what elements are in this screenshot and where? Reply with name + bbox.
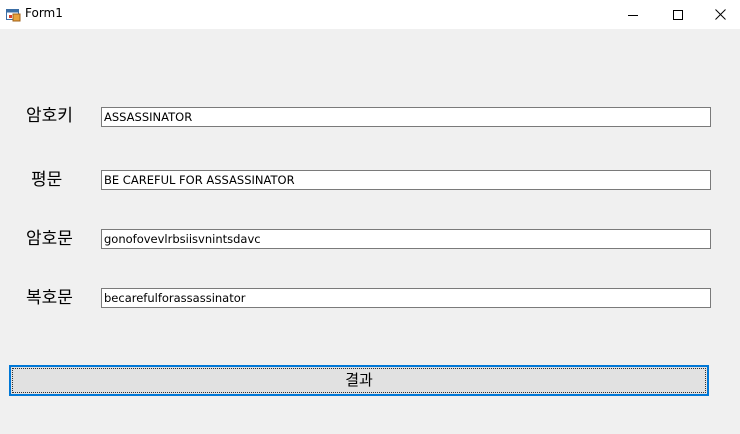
close-icon bbox=[714, 9, 726, 20]
result-button-label: 결과 bbox=[345, 371, 373, 389]
key-input[interactable] bbox=[101, 107, 711, 127]
decrypted-input[interactable] bbox=[101, 288, 711, 308]
result-button[interactable]: 결과 bbox=[9, 365, 709, 396]
minimize-icon bbox=[628, 10, 638, 20]
minimize-button[interactable] bbox=[610, 0, 656, 29]
ciphertext-input[interactable] bbox=[101, 229, 711, 249]
window-title: Form1 bbox=[25, 6, 63, 20]
close-button[interactable] bbox=[697, 0, 740, 29]
key-label: 암호키 bbox=[26, 106, 73, 126]
winforms-app-icon bbox=[6, 7, 21, 22]
plaintext-label: 평문 bbox=[31, 170, 63, 190]
maximize-icon bbox=[673, 9, 683, 20]
title-bar: Form1 bbox=[0, 0, 740, 29]
maximize-button[interactable] bbox=[655, 0, 701, 29]
ciphertext-label: 암호문 bbox=[26, 229, 73, 249]
decrypted-label: 복호문 bbox=[26, 288, 73, 308]
plaintext-input[interactable] bbox=[101, 170, 711, 190]
